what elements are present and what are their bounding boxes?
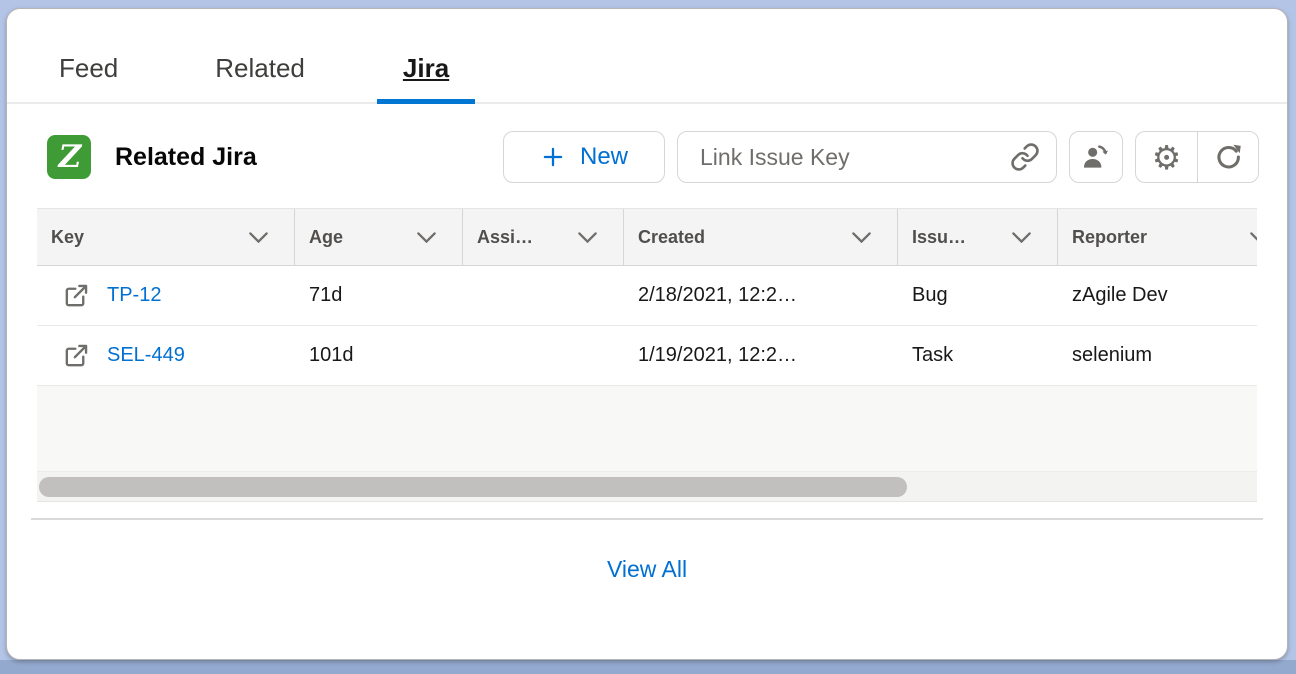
external-link-icon[interactable] <box>63 342 90 369</box>
link-icon[interactable] <box>1010 142 1040 172</box>
age-cell: 101d <box>295 344 463 367</box>
chevron-down-icon[interactable] <box>578 232 597 243</box>
column-header-assignee[interactable]: Assi… <box>463 209 624 265</box>
created-cell: 1/19/2021, 12:2… <box>624 344 898 367</box>
key-cell: SEL-449 <box>37 342 295 369</box>
svg-text:Z: Z <box>57 139 83 175</box>
link-issue-key-input[interactable] <box>700 144 1010 171</box>
link-issue-field-wrap <box>677 131 1057 183</box>
panel-header: Z Related Jira New <box>7 104 1287 183</box>
tab-bar: Feed Related Jira <box>7 9 1287 104</box>
related-jira-card: Feed Related Jira Z Related Jira New <box>6 8 1288 660</box>
tab-feed[interactable]: Feed <box>59 53 118 102</box>
chevron-down-icon[interactable] <box>249 232 268 243</box>
column-label: Assi… <box>477 227 533 248</box>
plus-icon <box>540 144 566 170</box>
table-body: TP-12 71d 2/18/2021, 12:2… Bug zAgile De… <box>37 266 1257 386</box>
reporter-cell: zAgile Dev <box>1058 284 1257 307</box>
column-header-created[interactable]: Created <box>624 209 898 265</box>
column-label: Reporter <box>1072 227 1147 248</box>
table-row: TP-12 71d 2/18/2021, 12:2… Bug zAgile De… <box>37 266 1257 326</box>
issue-type-cell: Bug <box>898 284 1058 307</box>
age-cell: 71d <box>295 284 463 307</box>
column-label: Created <box>638 227 705 248</box>
zagile-logo-icon: Z <box>47 135 91 179</box>
issue-key-link[interactable]: TP-12 <box>107 284 161 307</box>
panel-actions: New <box>503 131 1259 183</box>
column-header-age[interactable]: Age <box>295 209 463 265</box>
new-button[interactable]: New <box>503 131 665 183</box>
column-label: Key <box>51 227 84 248</box>
table-empty-area <box>37 386 1257 472</box>
key-cell: TP-12 <box>37 282 295 309</box>
column-header-issue-type[interactable]: Issu… <box>898 209 1058 265</box>
user-refresh-icon <box>1080 141 1112 173</box>
horizontal-scrollbar-track[interactable] <box>37 472 1257 502</box>
table-row: SEL-449 101d 1/19/2021, 12:2… Task selen… <box>37 326 1257 386</box>
settings-refresh-button-group: ⚙ <box>1135 131 1259 183</box>
chevron-down-icon[interactable] <box>852 232 871 243</box>
refresh-icon <box>1212 141 1244 173</box>
table-header-row: Key Age Assi… Created Issu… Reporter <box>37 209 1257 266</box>
card-footer: View All <box>7 520 1287 583</box>
user-sync-button[interactable] <box>1069 131 1123 183</box>
tab-related[interactable]: Related <box>215 53 305 102</box>
view-all-link[interactable]: View All <box>607 556 687 582</box>
new-button-label: New <box>580 143 628 171</box>
chevron-down-icon[interactable] <box>1250 232 1257 243</box>
issue-key-link[interactable]: SEL-449 <box>107 344 185 367</box>
external-link-icon[interactable] <box>63 282 90 309</box>
column-header-key[interactable]: Key <box>37 209 295 265</box>
issue-type-cell: Task <box>898 344 1058 367</box>
chevron-down-icon[interactable] <box>1012 232 1031 243</box>
reporter-cell: selenium <box>1058 344 1257 367</box>
horizontal-scrollbar-thumb[interactable] <box>39 477 907 497</box>
settings-gear-icon: ⚙ <box>1152 141 1182 174</box>
column-header-reporter[interactable]: Reporter <box>1058 209 1257 265</box>
refresh-button[interactable] <box>1197 131 1259 183</box>
tab-jira[interactable]: Jira <box>377 53 475 102</box>
panel-title: Related Jira <box>115 143 257 172</box>
jira-issues-table: Key Age Assi… Created Issu… Reporter <box>37 208 1257 502</box>
page-background-strip <box>0 660 1296 674</box>
settings-button[interactable]: ⚙ <box>1135 131 1197 183</box>
column-label: Issu… <box>912 227 966 248</box>
column-label: Age <box>309 227 343 248</box>
created-cell: 2/18/2021, 12:2… <box>624 284 898 307</box>
chevron-down-icon[interactable] <box>417 232 436 243</box>
